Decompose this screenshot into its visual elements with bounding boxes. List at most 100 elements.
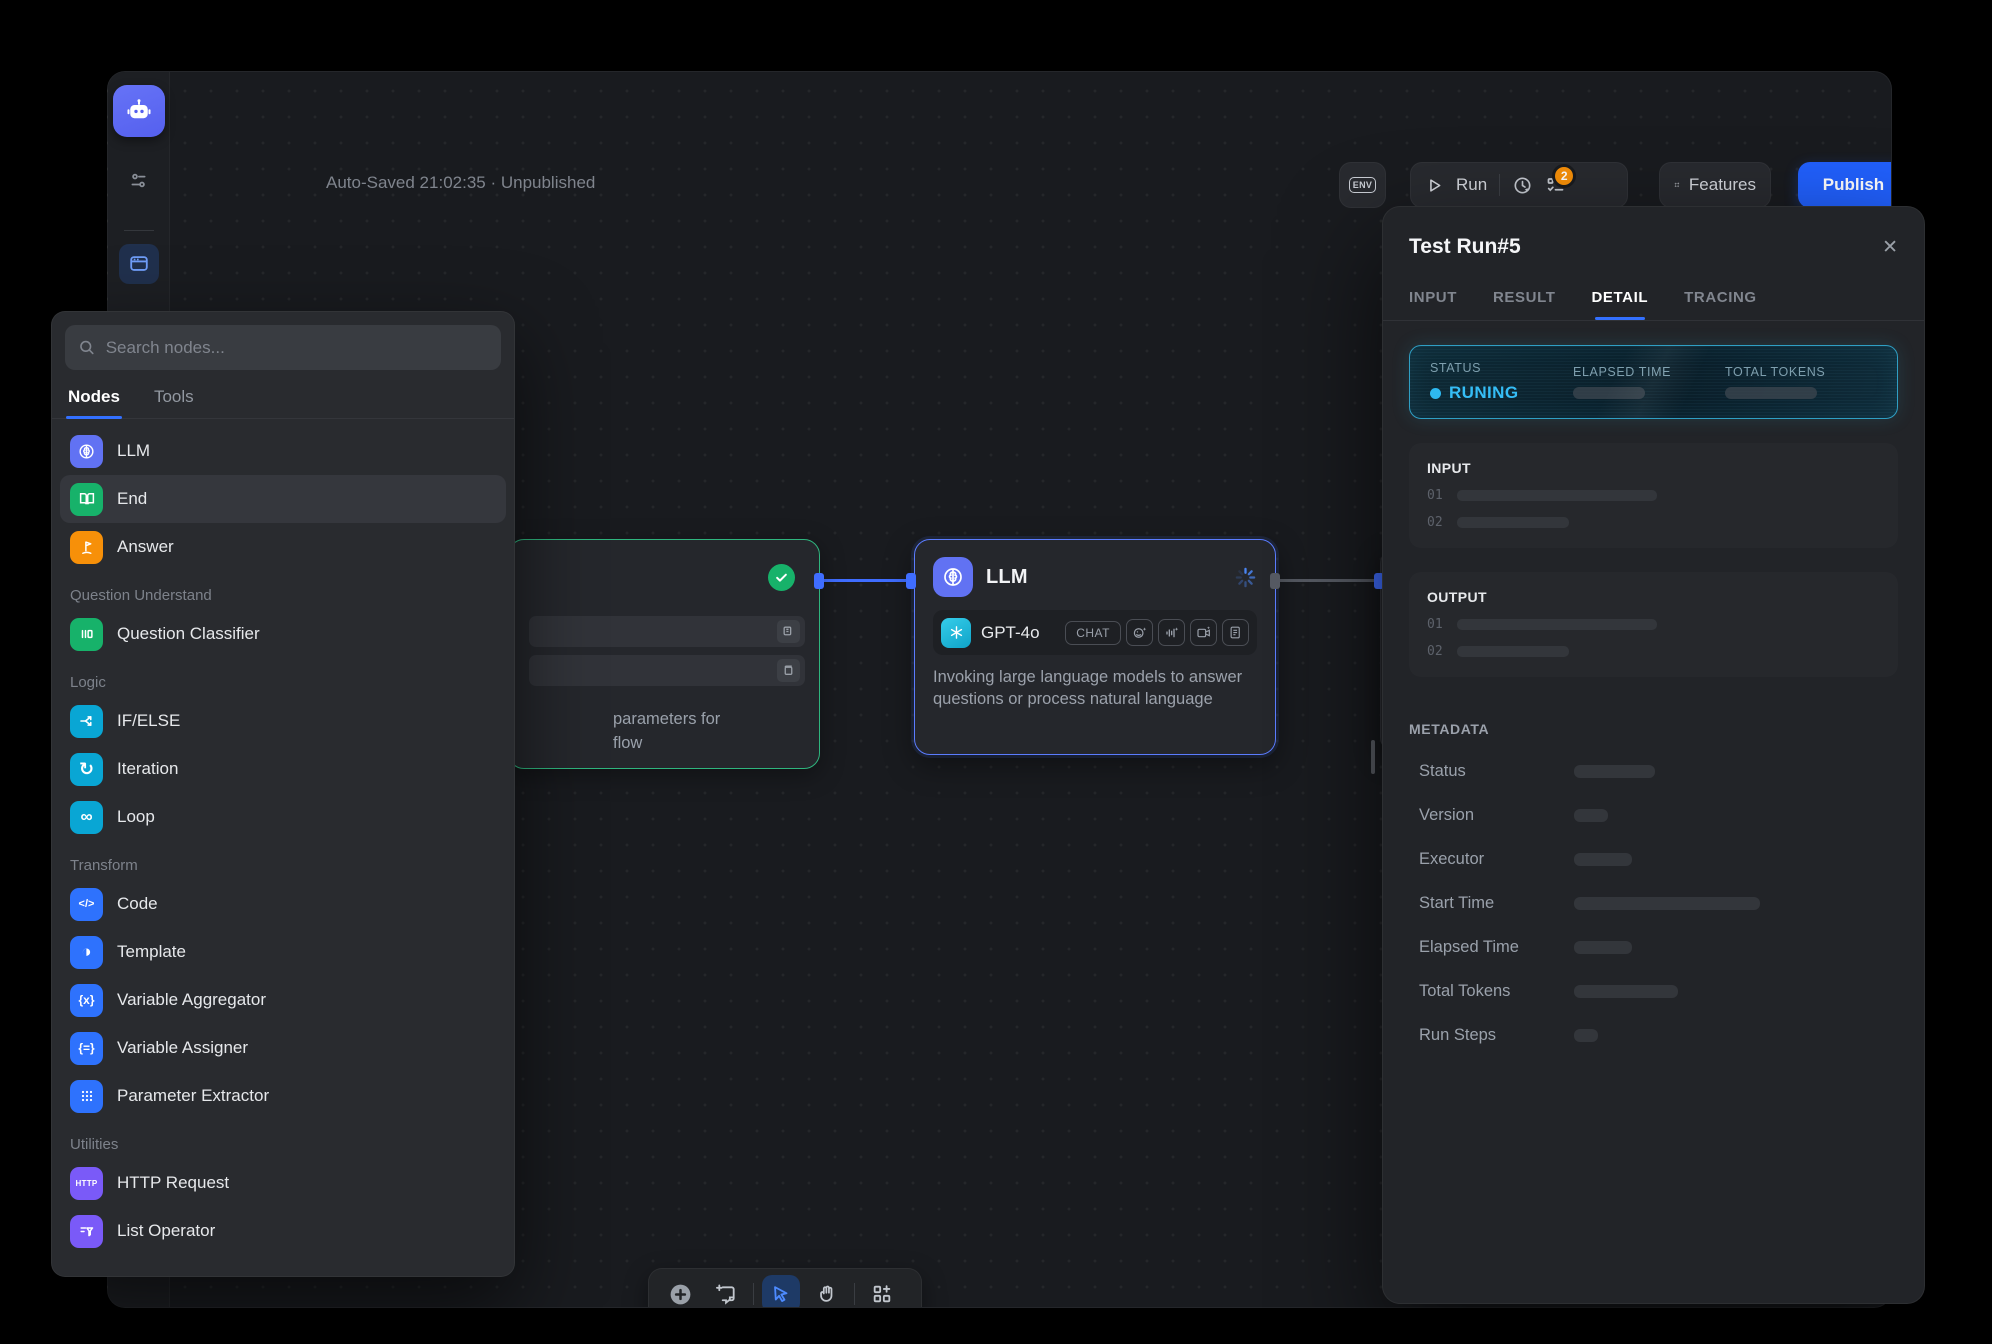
model-name: GPT-4o: [981, 623, 1040, 643]
list-filter-icon: [70, 1215, 103, 1248]
metadata-key: Total Tokens: [1419, 982, 1574, 1001]
start-field-row[interactable]: [529, 655, 805, 686]
placeholder-bar: [1574, 941, 1632, 954]
features-icon: [1674, 175, 1680, 195]
hand-icon[interactable]: [808, 1275, 846, 1308]
node-item-question-classifier[interactable]: Question Classifier: [60, 610, 506, 658]
placeholder-bar: [1457, 619, 1657, 630]
start-node[interactable]: parameters for flow: [508, 539, 820, 769]
placeholder-bar: [1457, 490, 1657, 501]
tab-input[interactable]: INPUT: [1409, 289, 1457, 320]
node-list: LLM End Answer Question Understand Quest…: [52, 419, 514, 1255]
env-icon: ENV: [1349, 177, 1376, 193]
llm-output-handle[interactable]: [1270, 573, 1280, 589]
search-icon: [78, 338, 96, 357]
add-node-icon[interactable]: [661, 1275, 699, 1308]
close-icon[interactable]: ✕: [1882, 236, 1898, 259]
node-item-loop[interactable]: ∞ Loop: [60, 793, 506, 841]
brain-icon: [933, 557, 973, 597]
metadata-key: Run Steps: [1419, 1026, 1574, 1045]
audio-capability-icon: [1158, 619, 1185, 646]
code-icon: </>: [70, 888, 103, 921]
llm-node[interactable]: LLM GPT-4o CHAT: [914, 539, 1276, 755]
features-button[interactable]: Features: [1659, 162, 1771, 208]
screen: Auto-Saved 21:02:35 · Unpublished ENV Ru…: [0, 0, 1992, 1344]
node-item-variable-aggregator[interactable]: {x} Variable Aggregator: [60, 976, 506, 1024]
run-button[interactable]: Run: [1456, 175, 1487, 195]
panel-tabs: Nodes Tools: [52, 370, 514, 419]
panel-resize-handle[interactable]: [1371, 740, 1375, 774]
classifier-bars-icon: [70, 618, 103, 651]
node-item-end[interactable]: End: [60, 475, 506, 523]
node-item-variable-assigner[interactable]: {=} Variable Assigner: [60, 1024, 506, 1072]
placeholder-bar: [1574, 765, 1655, 778]
llm-input-handle[interactable]: [906, 573, 916, 589]
metadata-key: Start Time: [1419, 894, 1574, 913]
app-logo-robot-icon[interactable]: [113, 85, 165, 137]
start-field-row[interactable]: [529, 616, 805, 647]
status-value: RUNING: [1449, 383, 1518, 403]
canvas-toolbar: [648, 1268, 922, 1308]
model-selector[interactable]: GPT-4o CHAT: [933, 610, 1257, 655]
node-item-code[interactable]: </> Code: [60, 880, 506, 928]
checklist-wrap[interactable]: 2: [1545, 175, 1566, 196]
placeholder-bar: [1574, 809, 1608, 822]
run-panel-tabs: INPUT RESULT DETAIL TRACING: [1409, 289, 1898, 320]
node-item-label: Loop: [117, 807, 155, 827]
placeholder-bar: [1574, 897, 1760, 910]
running-spinner-icon: [1234, 566, 1257, 589]
field-copy-icon[interactable]: [777, 620, 800, 643]
play-icon[interactable]: [1425, 176, 1444, 195]
node-item-answer[interactable]: Answer: [60, 523, 506, 571]
env-button[interactable]: ENV: [1339, 162, 1386, 208]
divider: [753, 1283, 754, 1305]
edge-llm-to-end[interactable]: [1276, 579, 1380, 582]
node-item-llm[interactable]: LLM: [60, 427, 506, 475]
node-item-iteration[interactable]: ↻ Iteration: [60, 745, 506, 793]
node-item-label: Iteration: [117, 759, 178, 779]
placeholder-bar: [1725, 387, 1817, 399]
branch-icon: [70, 705, 103, 738]
tab-tools[interactable]: Tools: [154, 387, 194, 418]
video-capability-icon: [1190, 619, 1217, 646]
node-item-parameter-extractor[interactable]: Parameter Extractor: [60, 1072, 506, 1120]
start-output-handle[interactable]: [814, 573, 824, 589]
edge-start-to-llm[interactable]: [820, 579, 914, 582]
node-item-if-else[interactable]: IF/ELSE: [60, 697, 506, 745]
placeholder-bar: [1573, 387, 1645, 399]
output-label: OUTPUT: [1427, 589, 1880, 605]
node-item-list-operator[interactable]: List Operator: [60, 1207, 506, 1255]
pointer-icon[interactable]: [762, 1275, 800, 1308]
autosave-status: Auto-Saved 21:02:35 · Unpublished: [326, 173, 595, 193]
placeholder-bar: [1574, 853, 1632, 866]
node-item-template[interactable]: ◑ Template: [60, 928, 506, 976]
workflow-settings-icon[interactable]: [119, 160, 159, 200]
panel-window-icon[interactable]: [119, 244, 159, 284]
search-field[interactable]: [65, 325, 501, 370]
rail-divider: [124, 230, 154, 231]
node-item-label: Answer: [117, 537, 174, 557]
run-history-icon[interactable]: [1512, 175, 1533, 196]
output-card: OUTPUT 01 02: [1409, 572, 1898, 677]
tab-detail[interactable]: DETAIL: [1592, 289, 1649, 320]
node-item-label: HTTP Request: [117, 1173, 229, 1193]
node-item-label: List Operator: [117, 1221, 215, 1241]
add-note-icon[interactable]: [707, 1275, 745, 1308]
panel-title: Test Run#5: [1409, 235, 1521, 259]
tab-tracing[interactable]: TRACING: [1684, 289, 1757, 320]
node-item-label: End: [117, 489, 147, 509]
template-icon: ◑: [70, 936, 103, 969]
flag-icon: [70, 531, 103, 564]
metadata-section: METADATA Status Version Executor Start T…: [1409, 721, 1898, 1045]
metadata-key: Version: [1419, 806, 1574, 825]
search-input[interactable]: [106, 338, 488, 358]
tab-result[interactable]: RESULT: [1493, 289, 1556, 320]
node-item-label: LLM: [117, 441, 150, 461]
field-copy-icon[interactable]: [777, 659, 800, 682]
http-icon: HTTP: [70, 1167, 103, 1200]
tab-nodes[interactable]: Nodes: [68, 387, 120, 418]
organize-icon[interactable]: [863, 1275, 901, 1308]
status-card: STATUS RUNING ELAPSED TIME TOTAL TOKENS: [1409, 345, 1898, 419]
publish-button[interactable]: Publish: [1798, 162, 1892, 208]
node-item-http-request[interactable]: HTTP HTTP Request: [60, 1159, 506, 1207]
